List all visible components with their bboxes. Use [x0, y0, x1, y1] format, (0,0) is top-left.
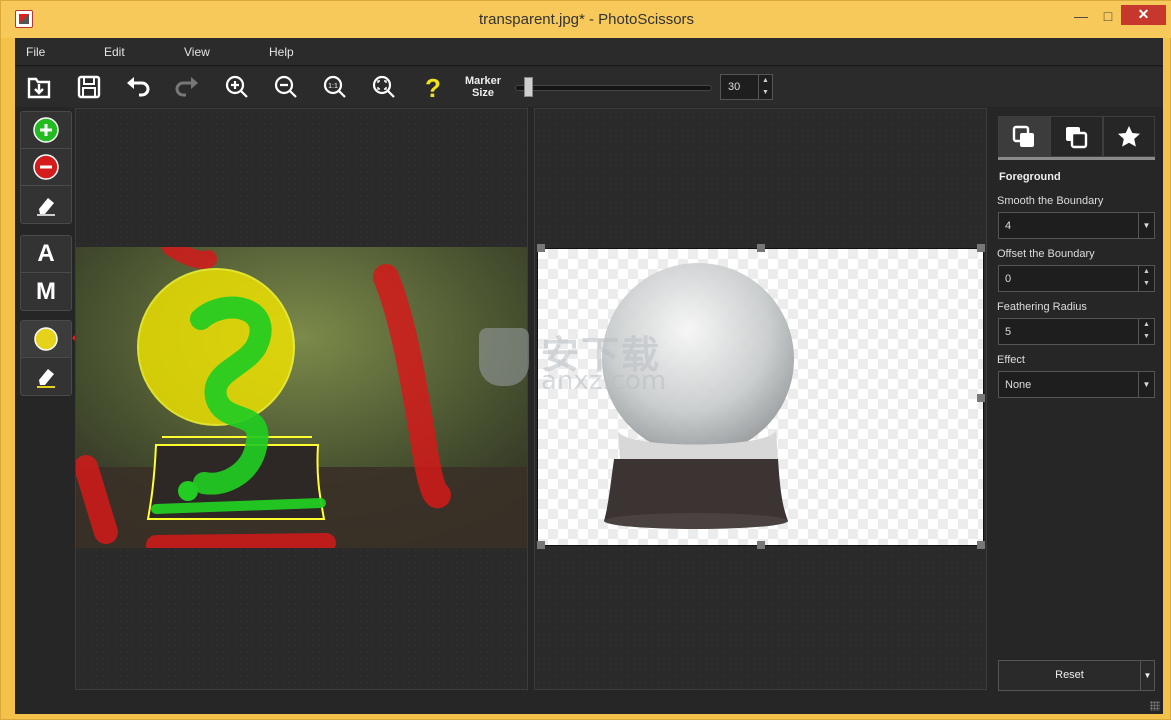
redo-icon: [175, 77, 198, 97]
crop-handle-top[interactable]: [757, 244, 765, 252]
undo-button[interactable]: [123, 72, 153, 102]
zoom-out-icon: [274, 75, 297, 98]
eraser-button[interactable]: [21, 186, 71, 223]
marker-size-value[interactable]: 30: [728, 81, 740, 93]
open-button[interactable]: [24, 72, 54, 102]
redo-button[interactable]: [172, 72, 202, 102]
crop-handle-top-right[interactable]: [977, 244, 985, 252]
reset-dropdown-button[interactable]: ▼: [1141, 660, 1155, 691]
mode-group: A M: [20, 235, 72, 311]
foreground-tab-icon: [1012, 125, 1035, 147]
open-icon: [27, 77, 51, 99]
hair-eraser-button[interactable]: [21, 358, 71, 395]
chevron-down-icon[interactable]: ▼: [1138, 213, 1154, 238]
zoom-in-button[interactable]: [222, 72, 252, 102]
source-photo[interactable]: [76, 247, 527, 548]
smooth-value[interactable]: 4: [1005, 220, 1011, 232]
offset-value[interactable]: 0: [1005, 273, 1011, 285]
result-image-panel[interactable]: [534, 108, 987, 690]
feather-spinbox[interactable]: 5 ▲ ▼: [998, 318, 1155, 345]
menu-file[interactable]: File: [26, 45, 45, 59]
marker-size-stepper[interactable]: ▲ ▼: [758, 75, 772, 99]
background-tab-icon: [1066, 126, 1088, 148]
marker-size-slider-thumb[interactable]: [524, 77, 533, 97]
resize-grip-icon[interactable]: [1150, 701, 1160, 711]
app-window: transparent.jpg* - PhotoScissors — □ ✕ F…: [0, 0, 1171, 720]
properties-sidebar: Foreground Smooth the Boundary 4 ▼ Offse…: [995, 114, 1155, 691]
offset-spinbox[interactable]: 0 ▲ ▼: [998, 265, 1155, 292]
smooth-input[interactable]: 4 ▼: [998, 212, 1155, 239]
tab-foreground[interactable]: [998, 116, 1051, 157]
marker-label-line1: Marker: [465, 75, 502, 87]
effect-select[interactable]: None ▼: [998, 371, 1155, 398]
manual-mode-button[interactable]: M: [21, 273, 71, 310]
background-marker-icon: [33, 154, 59, 180]
help-button[interactable]: ?: [418, 72, 448, 102]
hair-tool-group: [20, 320, 72, 396]
menu-edit[interactable]: Edit: [104, 45, 125, 59]
section-title: Foreground: [999, 171, 1061, 183]
crop-handle-bottom-right[interactable]: [977, 541, 985, 549]
eraser-icon: [37, 197, 55, 216]
reset-button[interactable]: Reset: [998, 660, 1141, 691]
svg-text:1:1: 1:1: [328, 83, 338, 90]
tab-effects[interactable]: [1102, 116, 1155, 157]
help-icon: ?: [425, 73, 441, 101]
undo-icon: [127, 77, 150, 97]
feather-label: Feathering Radius: [997, 301, 1087, 313]
crop-handle-right[interactable]: [977, 394, 985, 402]
hair-eraser-icon: [37, 368, 55, 388]
offset-label: Offset the Boundary: [997, 248, 1095, 260]
foreground-marker-icon: [33, 117, 59, 143]
auto-mode-label: A: [37, 240, 55, 267]
client-area: File Edit View Help 1:1 ? Marker Size 30…: [15, 38, 1163, 714]
auto-mode-button[interactable]: A: [21, 236, 71, 273]
hair-marker-button[interactable]: [21, 321, 71, 358]
maximize-button[interactable]: □: [1096, 7, 1120, 25]
crop-handle-top-left[interactable]: [537, 244, 545, 252]
fit-icon: [372, 75, 395, 98]
manual-mode-label: M: [36, 277, 56, 305]
smooth-label: Smooth the Boundary: [997, 195, 1104, 207]
minimize-button[interactable]: —: [1069, 7, 1093, 25]
crop-handle-bottom-left[interactable]: [537, 541, 545, 549]
marked-photo-canvas[interactable]: [76, 247, 527, 548]
window-title: transparent.jpg* - PhotoScissors: [478, 11, 695, 28]
actual-size-icon: 1:1: [323, 75, 346, 98]
save-icon: [77, 75, 101, 99]
close-button[interactable]: ✕: [1121, 5, 1166, 25]
hair-marker-icon: [34, 327, 58, 351]
sidebar-tabs: [998, 116, 1155, 160]
zoom-in-icon: [225, 75, 248, 98]
menu-bar: File Edit View Help: [15, 38, 1163, 66]
marker-size-slider[interactable]: [515, 85, 712, 91]
title-bar: transparent.jpg* - PhotoScissors — □ ✕: [1, 1, 1171, 38]
fit-button[interactable]: [369, 72, 399, 102]
foreground-marker-button[interactable]: [21, 112, 71, 149]
tab-background[interactable]: [1050, 116, 1103, 157]
chevron-down-icon[interactable]: ▼: [1138, 372, 1154, 397]
marker-label-line2: Size: [472, 87, 495, 99]
offset-stepper[interactable]: ▲ ▼: [1138, 266, 1154, 291]
zoom-out-button[interactable]: [271, 72, 301, 102]
marker-size-label: Marker Size: [465, 75, 501, 99]
effect-label: Effect: [997, 354, 1025, 366]
save-button[interactable]: [74, 72, 104, 102]
svg-text:?: ?: [425, 73, 441, 101]
actual-size-button[interactable]: 1:1: [320, 72, 350, 102]
toolbar: 1:1 ? Marker Size 30 ▲ ▼: [15, 67, 1163, 107]
effect-value[interactable]: None: [1005, 379, 1031, 391]
feather-stepper[interactable]: ▲ ▼: [1138, 319, 1154, 344]
cutout-result: [602, 263, 794, 529]
result-canvas[interactable]: [537, 248, 984, 546]
effects-tab-icon: [1117, 125, 1140, 147]
menu-help[interactable]: Help: [269, 45, 294, 59]
background-marker-button[interactable]: [21, 149, 71, 186]
marker-size-spinbox[interactable]: 30 ▲ ▼: [720, 74, 773, 100]
feather-value[interactable]: 5: [1005, 326, 1011, 338]
menu-view[interactable]: View: [184, 45, 210, 59]
source-image-panel[interactable]: [75, 108, 528, 690]
marker-tool-group: [20, 111, 72, 224]
crop-handle-bottom[interactable]: [757, 541, 765, 549]
